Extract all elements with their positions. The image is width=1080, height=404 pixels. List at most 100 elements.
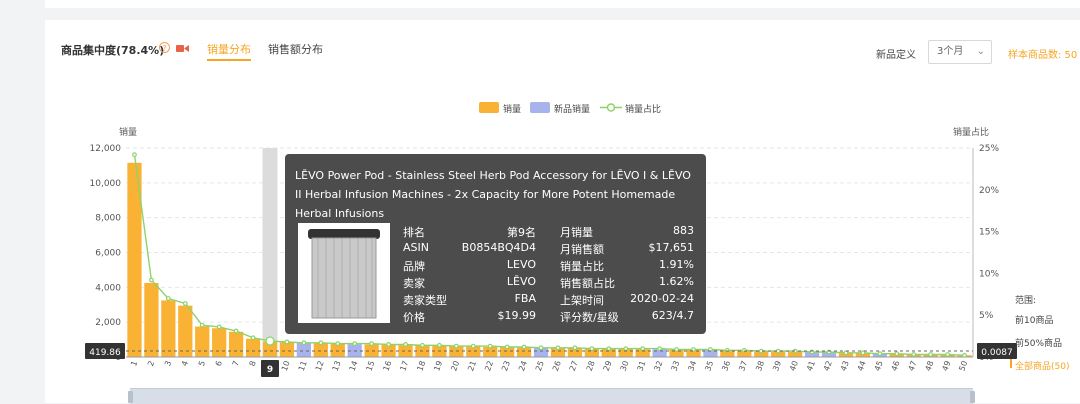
share-point[interactable]: [265, 336, 275, 346]
share-point[interactable]: [843, 350, 849, 356]
range-title: 范围:: [1015, 296, 1037, 306]
y-tick-label: 10,000: [90, 179, 122, 189]
share-point[interactable]: [403, 342, 408, 347]
x-tick-label: 22: [483, 360, 495, 373]
scrollbar-handle-left[interactable]: [128, 391, 133, 403]
sales-bar[interactable]: [195, 326, 210, 357]
tooltip-value: 1.62%: [659, 275, 694, 288]
share-point[interactable]: [521, 344, 527, 350]
x-tick-label: 25: [534, 360, 546, 373]
x-tick-label: 47: [907, 360, 919, 373]
share-point[interactable]: [724, 347, 730, 353]
share-point[interactable]: [538, 345, 544, 351]
share-point[interactable]: [335, 341, 341, 347]
share-point[interactable]: [657, 346, 663, 352]
range-top10[interactable]: 前10商品: [1015, 313, 1053, 326]
sales-bar[interactable]: [245, 338, 261, 357]
share-point[interactable]: [572, 345, 578, 351]
x-tick-label: 29: [602, 360, 614, 373]
x-tick-label: 40: [788, 360, 800, 373]
share-point[interactable]: [674, 347, 679, 352]
x-tick-label: 34: [686, 360, 698, 373]
tooltip-value: 883: [673, 224, 694, 237]
share-point[interactable]: [132, 152, 137, 158]
tooltip-value: B0854BQ4D4: [461, 241, 536, 254]
x-tick-label: 13: [331, 360, 343, 373]
y2-tick-label: 20%: [979, 186, 999, 196]
x-tick-label: 14: [348, 360, 360, 373]
share-point[interactable]: [640, 346, 646, 352]
share-point[interactable]: [386, 342, 391, 347]
share-point[interactable]: [199, 322, 205, 328]
share-point[interactable]: [504, 344, 510, 350]
sales-bar[interactable]: [279, 342, 295, 357]
share-point[interactable]: [623, 346, 629, 352]
x-tick-label: 17: [398, 360, 410, 373]
x-tick-label: 3: [163, 360, 173, 368]
share-point[interactable]: [589, 346, 595, 352]
hover-highlight-band: [262, 148, 278, 357]
x-tick-label: 21: [466, 360, 478, 373]
share-point[interactable]: [250, 335, 256, 341]
zoom-scrollbar[interactable]: [130, 388, 973, 404]
y-tick-label: 8,000: [95, 214, 121, 224]
share-point[interactable]: [962, 352, 967, 358]
share-point[interactable]: [436, 342, 442, 348]
x-tick-label: 11: [297, 360, 309, 373]
sales-bar[interactable]: [144, 282, 159, 357]
tooltip-key: 销量占比: [560, 260, 604, 273]
x-tick-label: 37: [737, 360, 749, 373]
share-point[interactable]: [911, 352, 917, 357]
share-point[interactable]: [216, 324, 222, 330]
tooltip-key: 卖家类型: [403, 294, 447, 307]
tooltip-value: LĒVO: [506, 275, 536, 288]
x-tick-label: 16: [382, 360, 394, 373]
share-point[interactable]: [453, 343, 459, 349]
tooltip-key: 月销量: [560, 226, 593, 239]
sales-bar[interactable]: [212, 328, 227, 357]
x-tick-label: 35: [703, 360, 715, 373]
share-point[interactable]: [420, 342, 425, 348]
share-point[interactable]: [877, 351, 883, 357]
x-tick-label: 50: [957, 360, 969, 373]
range-all[interactable]: 全部商品(50): [1015, 359, 1069, 372]
share-point[interactable]: [894, 351, 900, 357]
x-tick-label: 19: [432, 360, 444, 373]
x-tick-label: 43: [839, 360, 851, 373]
x-tick-label: 9: [267, 365, 273, 375]
share-point[interactable]: [165, 296, 171, 301]
tooltip-value: $17,651: [648, 241, 695, 254]
x-tick-label: 46: [890, 360, 902, 373]
x-tick-label: 7: [231, 360, 241, 368]
share-point[interactable]: [233, 328, 239, 334]
share-point[interactable]: [741, 347, 747, 353]
sales-bar[interactable]: [228, 331, 244, 357]
share-point[interactable]: [860, 350, 866, 356]
share-point[interactable]: [301, 340, 307, 346]
share-point[interactable]: [369, 341, 375, 347]
share-point[interactable]: [352, 341, 358, 347]
share-point[interactable]: [928, 352, 934, 357]
share-point[interactable]: [284, 339, 290, 345]
share-point[interactable]: [318, 340, 324, 346]
share-point[interactable]: [470, 343, 476, 349]
share-point[interactable]: [555, 345, 561, 351]
sales-bar[interactable]: [313, 343, 328, 357]
share-point[interactable]: [487, 343, 493, 349]
tooltip-key: 品牌: [403, 260, 425, 273]
share-point[interactable]: [182, 301, 188, 306]
share-point[interactable]: [606, 346, 612, 352]
x-tick-label: 4: [180, 360, 190, 368]
y-tick-label: 4,000: [95, 283, 121, 293]
tooltip-key: 上架时间: [560, 294, 604, 307]
sales-bar[interactable]: [178, 305, 193, 357]
share-point[interactable]: [149, 277, 154, 283]
x-tick-label: 45: [873, 360, 885, 373]
range-top50pct[interactable]: 前50%商品: [1015, 336, 1062, 349]
share-point[interactable]: [945, 352, 950, 357]
tooltip-value: 623/4.7: [651, 309, 694, 322]
tooltip-title: LĒVO Power Pod - Stainless Steel Herb Po…: [295, 169, 691, 220]
scrollbar-handle-right[interactable]: [970, 391, 975, 403]
y-tick-label: 2,000: [95, 318, 121, 328]
sales-bar[interactable]: [161, 300, 176, 357]
